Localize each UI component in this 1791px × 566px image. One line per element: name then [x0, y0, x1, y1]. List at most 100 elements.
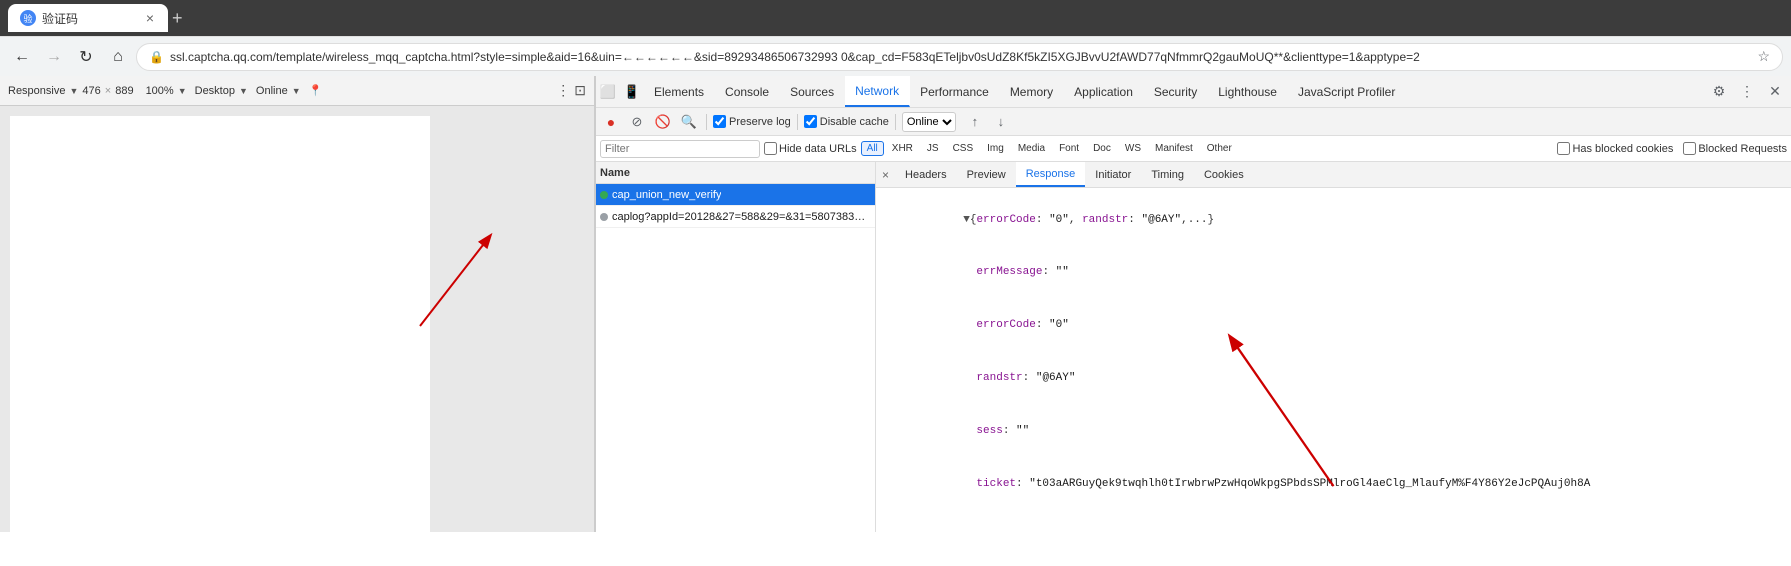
devtools-icon-inspect[interactable]: ⬜ — [596, 80, 620, 104]
tab-favicon: 验 — [20, 10, 36, 26]
disable-cache-checkbox-label[interactable]: Disable cache — [804, 115, 889, 128]
filter-manifest-button[interactable]: Manifest — [1149, 141, 1199, 156]
search-button[interactable]: 🔍 — [678, 111, 700, 133]
webpage-area: Responsive ▼ 476 × 889 100% ▼ Desktop ▼ … — [0, 76, 595, 532]
webpage-content — [10, 116, 430, 556]
forward-button[interactable]: → — [40, 43, 68, 71]
filter-input[interactable] — [600, 140, 760, 158]
address-bar[interactable]: 🔒 ssl.captcha.qq.com/template/wireless_m… — [136, 43, 1783, 71]
home-button[interactable]: ⌂ — [104, 43, 132, 71]
detail-tab-timing[interactable]: Timing — [1141, 162, 1194, 187]
filter-js-button[interactable]: JS — [921, 141, 945, 156]
tab-sources[interactable]: Sources — [780, 76, 845, 107]
responsive-label[interactable]: Responsive — [8, 85, 65, 97]
request-item-2[interactable]: caplog?appId=20128&27=588&29=&31=5807383… — [596, 206, 875, 228]
request-item-1[interactable]: cap_union_new_verify — [596, 184, 875, 206]
new-tab-button[interactable]: + — [172, 8, 183, 29]
request-name-1: cap_union_new_verify — [612, 189, 721, 201]
request-indicator-2 — [600, 213, 608, 221]
toolbar-separator-1 — [706, 114, 707, 130]
import-har-button[interactable]: ↑ — [964, 111, 986, 133]
tab-lighthouse[interactable]: Lighthouse — [1208, 76, 1288, 107]
filter-all-button[interactable]: All — [861, 141, 884, 156]
tab-close-icon[interactable]: × — [144, 8, 156, 28]
detail-tab-preview[interactable]: Preview — [957, 162, 1016, 187]
request-name-2: caplog?appId=20128&27=588&29=&31=5807383… — [612, 211, 871, 223]
viewport-x: × — [105, 85, 111, 97]
disable-cache-checkbox[interactable] — [804, 115, 817, 128]
zoom-label[interactable]: 100% — [146, 85, 174, 97]
blocked-requests-checkbox[interactable] — [1683, 142, 1696, 155]
has-blocked-label[interactable]: Has blocked cookies — [1557, 142, 1673, 155]
bookmark-icon[interactable]: ☆ — [1757, 48, 1770, 65]
throttle-select[interactable]: Online — [902, 112, 956, 132]
dock-icon[interactable]: ⊡ — [574, 82, 586, 99]
network-chevron[interactable]: ▼ — [292, 86, 301, 96]
response-content: ▼{errorCode: "0", randstr: "@6AY",...} e… — [876, 188, 1791, 532]
device-label[interactable]: Desktop — [195, 85, 235, 97]
response-detail: × Headers Preview Response Initiator Tim… — [876, 162, 1791, 532]
has-blocked-area: Has blocked cookies Blocked Requests — [1557, 142, 1787, 155]
preserve-log-checkbox-label[interactable]: Preserve log — [713, 115, 791, 128]
toolbar-separator-2 — [797, 114, 798, 130]
filter-img-button[interactable]: Img — [981, 141, 1010, 156]
filter-xhr-button[interactable]: XHR — [886, 141, 919, 156]
stop-button[interactable]: ⊘ — [626, 111, 648, 133]
blocked-requests-label[interactable]: Blocked Requests — [1683, 142, 1787, 155]
responsive-chevron[interactable]: ▼ — [69, 86, 78, 96]
devtools-icon-mobile[interactable]: 📱 — [620, 80, 644, 104]
tab-security[interactable]: Security — [1144, 76, 1208, 107]
devtools-settings-icon[interactable]: ⚙ — [1707, 80, 1731, 104]
toolbar-separator-3 — [895, 114, 896, 130]
detail-tab-cookies[interactable]: Cookies — [1194, 162, 1254, 187]
json-line-2: errMessage: "" — [884, 247, 1783, 300]
hide-data-urls-label[interactable]: Hide data URLs — [764, 142, 857, 155]
devtools-close-icon[interactable]: ✕ — [1763, 80, 1787, 104]
tab-performance[interactable]: Performance — [910, 76, 1000, 107]
back-button[interactable]: ← — [8, 43, 36, 71]
browser-window: 验 验证码 × + ← → ↻ ⌂ 🔒 ssl.captcha.qq.com/t… — [0, 0, 1791, 76]
clear-button[interactable]: 🚫 — [652, 111, 674, 133]
device-chevron[interactable]: ▼ — [239, 86, 248, 96]
export-har-button[interactable]: ↓ — [990, 111, 1012, 133]
tab-bar: 验 验证码 × + — [0, 0, 1791, 36]
tab-memory[interactable]: Memory — [1000, 76, 1064, 107]
lock-icon: 🔒 — [149, 50, 164, 64]
filter-css-button[interactable]: CSS — [947, 141, 980, 156]
address-text: ssl.captcha.qq.com/template/wireless_mqq… — [170, 50, 1751, 64]
filter-ws-button[interactable]: WS — [1119, 141, 1147, 156]
request-list-header: Name — [596, 162, 875, 184]
location-icon[interactable]: 📍 — [309, 84, 323, 97]
main-area: Responsive ▼ 476 × 889 100% ▼ Desktop ▼ … — [0, 76, 1791, 532]
preserve-log-checkbox[interactable] — [713, 115, 726, 128]
filter-other-button[interactable]: Other — [1201, 141, 1238, 156]
json-line-3: errorCode: "0" — [884, 300, 1783, 353]
filter-doc-button[interactable]: Doc — [1087, 141, 1117, 156]
filter-font-button[interactable]: Font — [1053, 141, 1085, 156]
tab-application[interactable]: Application — [1064, 76, 1144, 107]
devtools-icons-right: ⚙ ⋮ ✕ — [1703, 80, 1791, 104]
tab-elements[interactable]: Elements — [644, 76, 715, 107]
detail-tab-response[interactable]: Response — [1016, 162, 1086, 187]
network-main: Name cap_union_new_verify caplog?appId=2… — [596, 162, 1791, 532]
detail-tab-close[interactable]: × — [876, 162, 895, 187]
zoom-chevron[interactable]: ▼ — [178, 86, 187, 96]
tab-console[interactable]: Console — [715, 76, 780, 107]
tab-title: 验证码 — [42, 10, 138, 27]
detail-tab-headers[interactable]: Headers — [895, 162, 957, 187]
record-button[interactable]: ● — [600, 111, 622, 133]
hide-data-urls-checkbox[interactable] — [764, 142, 777, 155]
browser-tab[interactable]: 验 验证码 × — [8, 4, 168, 32]
filter-media-button[interactable]: Media — [1012, 141, 1051, 156]
has-blocked-checkbox[interactable] — [1557, 142, 1570, 155]
network-label[interactable]: Online — [256, 85, 288, 97]
devtools-more-icon[interactable]: ⋮ — [1735, 80, 1759, 104]
json-line-6: ticket: "t03aARGuyQek9twqhlh0tIrwbrwPzwH… — [884, 458, 1783, 511]
tab-js-profiler[interactable]: JavaScript Profiler — [1288, 76, 1406, 107]
tab-network[interactable]: Network — [845, 76, 910, 107]
more-icon[interactable]: ⋮ — [556, 82, 570, 99]
detail-tab-initiator[interactable]: Initiator — [1085, 162, 1141, 187]
reload-button[interactable]: ↻ — [72, 43, 100, 71]
request-list: Name cap_union_new_verify caplog?appId=2… — [596, 162, 876, 532]
devtools-tab-bar: ⬜ 📱 Elements Console Sources Network Per… — [596, 76, 1791, 108]
